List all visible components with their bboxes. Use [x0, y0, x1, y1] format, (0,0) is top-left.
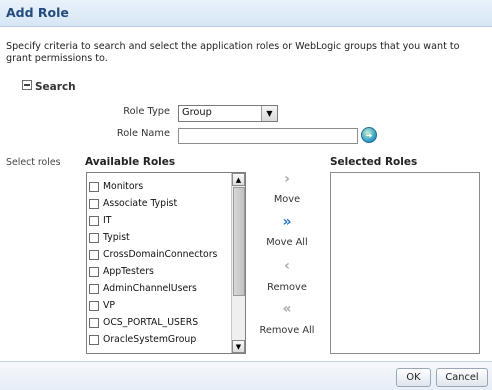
search-section-header[interactable]: Search	[22, 80, 76, 93]
available-roles-header: Available Roles	[85, 156, 176, 168]
checkbox[interactable]	[89, 181, 99, 192]
checkbox[interactable]	[89, 300, 99, 311]
ok-button[interactable]: OK	[396, 368, 431, 387]
double-chevron-right-icon[interactable]: »	[272, 215, 302, 229]
role-name-input[interactable]	[178, 128, 358, 144]
role-name-label: Role Name	[116, 128, 170, 139]
list-item-label: Monitors	[103, 181, 144, 192]
checkbox[interactable]	[89, 215, 99, 226]
remove-all-button[interactable]: Remove All	[252, 325, 322, 336]
cancel-button[interactable]: Cancel	[436, 368, 488, 387]
role-type-select[interactable]: Group ▼	[178, 105, 278, 122]
dialog-titlebar: Add Role	[0, 0, 492, 27]
list-item[interactable]: Typist	[89, 230, 130, 245]
list-item-label: OracleSystemGroup	[103, 334, 197, 345]
list-item[interactable]: OCS_PORTAL_USERS	[89, 315, 198, 330]
dialog-description: Specify criteria to search and select th…	[6, 41, 460, 64]
checkbox[interactable]	[89, 283, 99, 294]
list-item[interactable]: IT	[89, 213, 111, 228]
remove-button[interactable]: Remove	[252, 282, 322, 293]
move-button[interactable]: Move	[252, 194, 322, 205]
list-item-label: AdminChannelUsers	[103, 283, 197, 294]
checkbox[interactable]	[89, 266, 99, 277]
available-roles-list[interactable]: Monitors Associate Typist IT Typist Cros…	[86, 172, 246, 354]
list-item[interactable]: OracleSystemGroup	[89, 332, 196, 347]
chevron-left-icon[interactable]: ‹	[272, 259, 302, 273]
list-item[interactable]: AdminChannelUsers	[89, 281, 197, 296]
list-item-label: Associate Typist	[103, 198, 178, 209]
list-item-label: AppTesters	[103, 266, 154, 277]
go-search-button[interactable]: ➜	[361, 127, 377, 143]
checkbox[interactable]	[89, 232, 99, 243]
list-item-label: CrossDomainConnectors	[103, 249, 218, 260]
list-item-label: OCS_PORTAL_USERS	[103, 317, 199, 328]
list-item-label: VP	[103, 300, 115, 311]
checkbox[interactable]	[89, 334, 99, 345]
dropdown-arrow-icon[interactable]: ▼	[261, 106, 277, 121]
scrollbar-thumb[interactable]	[233, 187, 245, 296]
list-item[interactable]: VP	[89, 298, 115, 313]
list-item[interactable]: CrossDomainConnectors	[89, 247, 217, 262]
checkbox[interactable]	[89, 317, 99, 328]
list-item-label: IT	[103, 215, 112, 226]
selected-roles-header: Selected Roles	[330, 156, 418, 168]
move-all-button[interactable]: Move All	[252, 237, 322, 248]
double-chevron-left-icon[interactable]: «	[272, 302, 302, 316]
go-arrow-icon: ➜	[365, 130, 373, 140]
dialog-title: Add Role	[6, 5, 69, 20]
role-type-label: Role Type	[123, 106, 170, 117]
collapse-icon[interactable]	[22, 80, 32, 90]
select-roles-label: Select roles	[6, 157, 61, 168]
role-type-value: Group	[182, 107, 212, 118]
chevron-right-icon[interactable]: ›	[272, 172, 302, 186]
scroll-up-arrow-icon[interactable]: ▲	[232, 173, 245, 186]
checkbox[interactable]	[89, 198, 99, 209]
list-item-label: Typist	[103, 232, 130, 243]
list-item[interactable]: Associate Typist	[89, 196, 177, 211]
selected-roles-list[interactable]	[330, 172, 480, 354]
list-scrollbar[interactable]: ▲ ▼	[231, 173, 245, 353]
checkbox[interactable]	[89, 249, 99, 260]
list-item[interactable]: Monitors	[89, 179, 143, 194]
search-section-label: Search	[35, 81, 76, 93]
scroll-down-arrow-icon[interactable]: ▼	[232, 340, 245, 353]
add-role-dialog: Add Role Specify criteria to search and …	[0, 0, 492, 390]
list-item[interactable]: AppTesters	[89, 264, 154, 279]
